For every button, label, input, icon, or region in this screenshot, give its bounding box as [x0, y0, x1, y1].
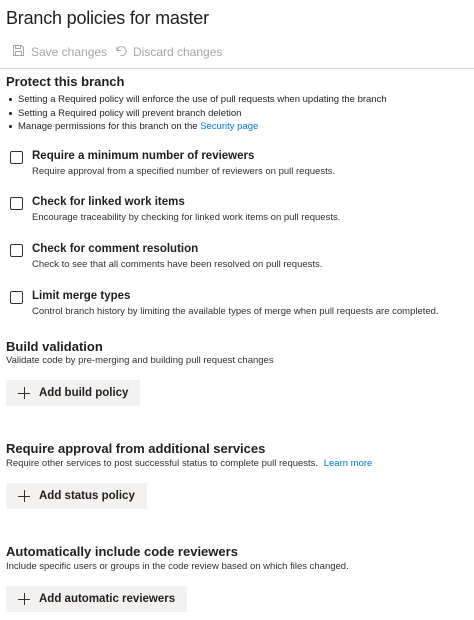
protect-branch-bullets: Setting a Required policy will enforce t…: [6, 93, 468, 134]
policy-description: Require approval from a specified number…: [32, 166, 336, 177]
status-description-text: Require other services to post successfu…: [6, 458, 319, 469]
status-heading: Require approval from additional service…: [6, 441, 266, 456]
plus-icon: [18, 387, 30, 399]
min-reviewers-checkbox[interactable]: [10, 151, 23, 164]
policy-title: Limit merge types: [32, 290, 131, 302]
bullet-text: Manage permissions for this branch on th…: [18, 120, 258, 134]
status-description: Require other services to post successfu…: [6, 458, 372, 469]
add-automatic-reviewers-label: Add automatic reviewers: [39, 593, 176, 605]
linked-work-items-checkbox[interactable]: [10, 197, 23, 210]
plus-icon: [18, 593, 30, 605]
page-title: Branch policies for master: [6, 8, 209, 28]
plus-icon: [18, 490, 30, 502]
policy-title: Check for linked work items: [32, 196, 185, 208]
policy-description: Encourage traceability by checking for l…: [32, 212, 341, 223]
save-icon: [12, 44, 31, 60]
security-page-link[interactable]: Security page: [200, 121, 258, 132]
bullet-text: Setting a Required policy will prevent b…: [18, 107, 242, 119]
comment-resolution-checkbox[interactable]: [10, 244, 23, 257]
code-reviewers-heading: Automatically include code reviewers: [6, 544, 238, 559]
policy-title: Require a minimum number of reviewers: [32, 150, 255, 162]
build-validation-heading: Build validation: [6, 339, 103, 354]
add-build-policy-button[interactable]: Add build policy: [6, 380, 141, 406]
discard-changes-label: Discard changes: [133, 45, 223, 59]
learn-more-link[interactable]: Learn more: [324, 458, 373, 469]
undo-icon: [114, 44, 133, 60]
code-reviewers-description: Include specific users or groups in the …: [6, 561, 349, 572]
bullet-item: Manage permissions for this branch on th…: [6, 120, 468, 134]
add-build-policy-label: Add build policy: [39, 387, 129, 399]
protect-branch-heading: Protect this branch: [6, 74, 125, 89]
add-status-policy-button[interactable]: Add status policy: [6, 483, 147, 509]
bullet-text: Setting a Required policy will enforce t…: [18, 94, 387, 105]
limit-merge-types-checkbox[interactable]: [10, 291, 23, 304]
bullet-item: Setting a Required policy will enforce t…: [6, 93, 468, 107]
bullet-item: Setting a Required policy will prevent b…: [6, 107, 468, 121]
policy-description: Control branch history by limiting the a…: [32, 306, 439, 317]
permissions-text: Manage permissions for this branch on th…: [18, 121, 201, 132]
save-changes-label: Save changes: [31, 45, 108, 59]
toolbar: Save changes Discard changes: [0, 41, 474, 69]
add-automatic-reviewers-button[interactable]: Add automatic reviewers: [6, 586, 188, 612]
add-status-policy-label: Add status policy: [39, 490, 135, 502]
policy-description: Check to see that all comments have been…: [32, 259, 323, 270]
build-validation-description: Validate code by pre-merging and buildin…: [6, 355, 274, 366]
save-changes-button[interactable]: Save changes: [12, 44, 107, 60]
policy-title: Check for comment resolution: [32, 243, 199, 255]
discard-changes-button[interactable]: Discard changes: [114, 44, 222, 60]
